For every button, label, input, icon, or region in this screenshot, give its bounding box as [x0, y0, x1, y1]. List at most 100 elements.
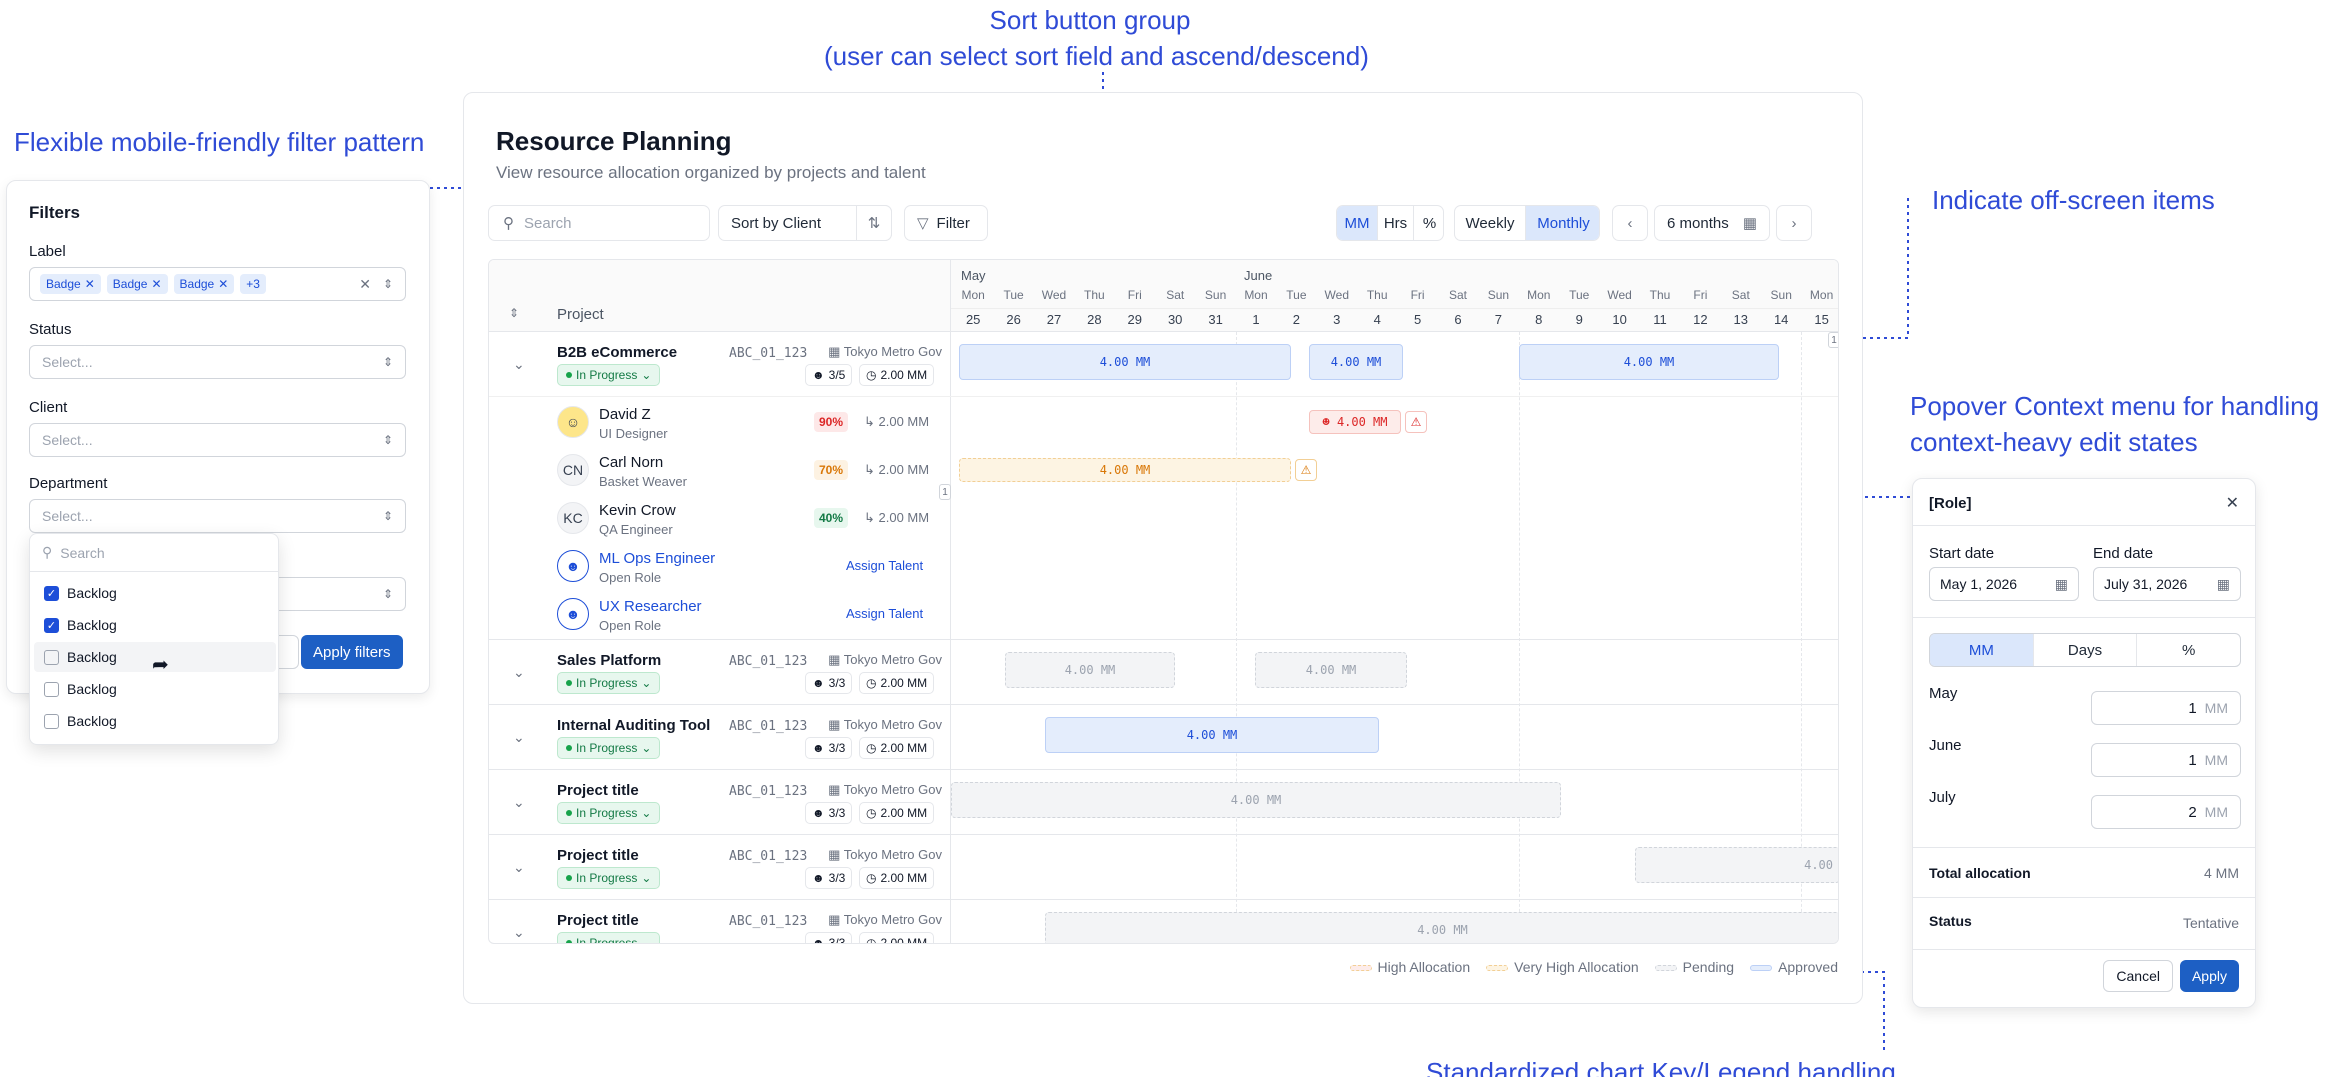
- month-allocation-input[interactable]: 1 MM: [2091, 743, 2241, 777]
- assign-talent-button[interactable]: Assign Talent: [846, 606, 923, 621]
- checkbox-checked[interactable]: ✓: [44, 585, 59, 601]
- allocation-bar-pending[interactable]: 4.00 MM: [1005, 652, 1175, 688]
- checkbox[interactable]: [44, 681, 59, 697]
- expand-chevron-icon[interactable]: ⌄: [513, 729, 525, 746]
- collapse-chevron-icon[interactable]: ⌄: [513, 356, 525, 373]
- dropdown-option[interactable]: Backlog: [34, 674, 276, 704]
- popover-unit-mm[interactable]: MM: [1930, 634, 2033, 666]
- prev-range-button[interactable]: ‹: [1612, 205, 1648, 241]
- day-of-week: Tue: [1003, 288, 1024, 302]
- next-range-button[interactable]: ›: [1776, 205, 1812, 241]
- view-weekly[interactable]: Weekly: [1455, 206, 1525, 240]
- person-name[interactable]: Carl Norn: [599, 454, 663, 471]
- status-badge[interactable]: In Progress ⌄: [557, 364, 661, 386]
- expand-chevron-icon[interactable]: ⌄: [513, 794, 525, 811]
- warning-icon[interactable]: ⚠: [1295, 459, 1317, 481]
- status-badge[interactable]: In Progress ⌄: [557, 867, 661, 889]
- status-select[interactable]: Select... ⇕: [29, 345, 406, 379]
- assign-talent-button[interactable]: Assign Talent: [846, 558, 923, 573]
- checkbox[interactable]: [44, 713, 59, 729]
- project-name[interactable]: Sales Platform: [557, 652, 661, 669]
- badge-tag[interactable]: Badge ✕: [173, 274, 235, 294]
- open-role-name[interactable]: ML Ops Engineer: [599, 550, 715, 567]
- expand-chevron-icon[interactable]: ⌄: [513, 924, 525, 941]
- tag-remove-icon[interactable]: ✕: [85, 277, 95, 291]
- popover-unit-percent[interactable]: %: [2136, 634, 2240, 666]
- start-date-input[interactable]: May 1, 2026 ▦: [1929, 567, 2079, 601]
- project-name[interactable]: Internal Auditing Tool: [557, 717, 710, 734]
- project-name[interactable]: Project title: [557, 912, 639, 929]
- status-badge[interactable]: In Progress ⌄: [557, 672, 661, 694]
- unit-hrs[interactable]: Hrs: [1377, 206, 1413, 240]
- checkbox[interactable]: [44, 649, 59, 665]
- day-number: 12: [1693, 312, 1708, 327]
- unit-mm[interactable]: MM: [1337, 206, 1377, 240]
- close-icon[interactable]: ✕: [2226, 493, 2239, 513]
- label-multiselect[interactable]: Badge ✕ Badge ✕ Badge ✕ +3 ✕ ⇕: [29, 267, 406, 301]
- allocation-bar-pending[interactable]: 4.00 MM: [951, 782, 1561, 818]
- range-picker[interactable]: 6 months ▦: [1654, 205, 1770, 241]
- apply-button[interactable]: Apply: [2179, 960, 2239, 992]
- team-count: 3/3: [828, 936, 846, 944]
- search-input[interactable]: ⚲ Search: [488, 205, 710, 241]
- project-name[interactable]: Project title: [557, 847, 639, 864]
- dropdown-option[interactable]: ✓ Backlog: [34, 578, 276, 608]
- more-tags-badge[interactable]: +3: [240, 274, 266, 294]
- month-allocation-input[interactable]: 2 MM: [2091, 795, 2241, 829]
- project-name[interactable]: Project title: [557, 782, 639, 799]
- person-name[interactable]: David Z: [599, 406, 651, 423]
- expand-chevron-icon[interactable]: ⌄: [513, 664, 525, 681]
- cancel-button[interactable]: Cancel: [2103, 960, 2173, 992]
- month-unit: MM: [2204, 752, 2228, 768]
- client-select[interactable]: Select... ⇕: [29, 423, 406, 457]
- dropdown-option[interactable]: ✓ Backlog: [34, 610, 276, 640]
- offscreen-indicator-left[interactable]: 1: [939, 484, 951, 500]
- open-role-name[interactable]: UX Researcher: [599, 598, 702, 615]
- dropdown-option-hover[interactable]: Backlog ➦: [34, 642, 276, 676]
- end-date-input[interactable]: July 31, 2026 ▦: [2093, 567, 2241, 601]
- project-code: ABC_01_123: [729, 849, 808, 864]
- popover-unit-days[interactable]: Days: [2032, 634, 2137, 666]
- month-allocation-input[interactable]: 1 MM: [2091, 691, 2241, 725]
- status-badge[interactable]: In Progress ⌄: [557, 737, 661, 759]
- unit-percent[interactable]: %: [1413, 206, 1443, 240]
- status-badge[interactable]: In Progress ⌄: [557, 932, 661, 943]
- allocation-bar-pending[interactable]: 4.00 MM: [1045, 912, 1838, 943]
- clear-icon[interactable]: ✕: [359, 276, 371, 293]
- project-name[interactable]: B2B eCommerce: [557, 344, 677, 361]
- allocation-bar-approved[interactable]: 4.00 MM: [959, 344, 1291, 380]
- department-select[interactable]: Select... ⇕: [29, 499, 406, 533]
- tag-remove-icon[interactable]: ✕: [218, 277, 228, 291]
- badge-tag[interactable]: Badge ✕: [40, 274, 101, 294]
- allocation-bar-pending[interactable]: 4.00 MM: [1255, 652, 1407, 688]
- checkbox-checked[interactable]: ✓: [44, 617, 59, 633]
- person-name[interactable]: Kevin Crow: [599, 502, 676, 519]
- expand-chevron-icon[interactable]: ⌄: [513, 859, 525, 876]
- allocation-bar-approved[interactable]: 4.00 MM: [1309, 344, 1403, 380]
- filter-button[interactable]: ▽ Filter: [904, 205, 988, 241]
- allocation-bar-approved[interactable]: 4.00 MM: [1045, 717, 1379, 753]
- warning-icon[interactable]: ⚠: [1405, 411, 1427, 433]
- person-row-david: ☺ David Z UI Designer 90% ↳ 2.00 MM: [489, 398, 951, 446]
- project-client: ▦ Tokyo Metro Gov: [828, 717, 942, 732]
- sort-direction-button[interactable]: ⇅: [856, 205, 892, 241]
- people-icon: ☻: [812, 806, 825, 820]
- person-row-kevin: KC Kevin Crow QA Engineer 40% ↳ 2.00 MM: [489, 494, 951, 542]
- allocation-bar-high[interactable]: ☻ 4.00 MM: [1309, 410, 1401, 434]
- dropdown-option[interactable]: Backlog: [34, 706, 276, 736]
- apply-filters-button[interactable]: Apply filters: [301, 635, 403, 669]
- team-count: 3/3: [828, 741, 846, 755]
- dropdown-search-input[interactable]: ⚲ Search: [30, 534, 278, 572]
- chart-legend: High Allocation Very High Allocation Pen…: [1349, 959, 1838, 975]
- person-mm-text: 2.00 MM: [878, 510, 930, 525]
- status-badge[interactable]: In Progress ⌄: [557, 802, 661, 824]
- view-monthly[interactable]: Monthly: [1525, 206, 1599, 240]
- tag-remove-icon[interactable]: ✕: [151, 277, 161, 291]
- allocation-bar-approved[interactable]: 4.00 MM: [1519, 344, 1779, 380]
- annotation-sort-line2: (user can select sort field and ascend/d…: [824, 41, 1369, 71]
- filter-icon: ▽: [917, 215, 929, 232]
- allocation-bar-pending[interactable]: 4.00: [1635, 847, 1838, 883]
- allocation-bar-very-high[interactable]: 4.00 MM: [959, 458, 1291, 482]
- badge-tag[interactable]: Badge ✕: [106, 274, 168, 294]
- offscreen-indicator-right[interactable]: 1: [1828, 332, 1838, 348]
